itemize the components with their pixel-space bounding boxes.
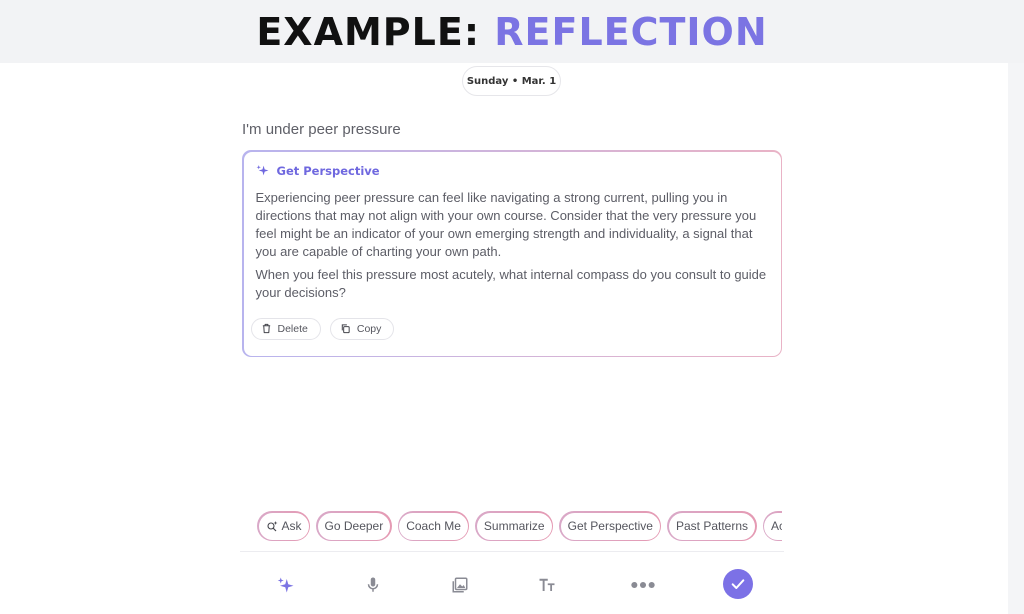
banner-title-highlight: REFLECTION bbox=[494, 9, 768, 54]
suggestion-chips-row: Ask Go Deeper Coach Me Summarize Get Per… bbox=[257, 511, 782, 541]
ask-sparkle-search-icon bbox=[266, 521, 277, 532]
gallery-button[interactable] bbox=[445, 570, 475, 600]
copy-button-label: Copy bbox=[356, 322, 382, 335]
copy-button[interactable]: Copy bbox=[329, 317, 395, 340]
delete-button-label: Delete bbox=[277, 322, 308, 335]
gallery-icon bbox=[452, 577, 468, 593]
header-banner: EXAMPLE: REFLECTION bbox=[0, 0, 1024, 63]
card-inner: Get Perspective Experiencing peer pressu… bbox=[243, 151, 781, 356]
chip-label: Coach Me bbox=[406, 519, 461, 533]
chip-label: Ask bbox=[281, 519, 302, 533]
card-title: Get Perspective bbox=[276, 163, 380, 178]
card-body: Experiencing peer pressure can feel like… bbox=[256, 189, 771, 307]
delete-button[interactable]: Delete bbox=[250, 317, 321, 340]
chip-label: Past Patterns bbox=[675, 519, 749, 533]
done-button[interactable] bbox=[723, 569, 753, 599]
journal-entry-text[interactable]: I'm under peer pressure bbox=[242, 121, 401, 138]
text-format-button[interactable] bbox=[532, 570, 562, 600]
toolbar-divider bbox=[240, 551, 784, 552]
trash-icon bbox=[262, 323, 270, 334]
chip-get-perspective[interactable]: Get Perspective bbox=[559, 511, 662, 541]
chip-label: Get Perspective bbox=[567, 519, 653, 533]
ai-sparkles-button[interactable] bbox=[271, 570, 301, 600]
microphone-button[interactable] bbox=[358, 570, 388, 600]
right-edge-strip bbox=[1008, 63, 1024, 614]
card-actions: Delete Copy bbox=[250, 317, 395, 340]
sparkles-icon bbox=[277, 577, 294, 593]
chip-label: Go Deeper bbox=[324, 519, 384, 533]
chip-label: Summarize bbox=[483, 519, 545, 533]
text-format-icon bbox=[539, 578, 555, 591]
microphone-icon bbox=[367, 577, 379, 592]
chip-summarize[interactable]: Summarize bbox=[475, 511, 554, 541]
suggestion-chips-scroller[interactable]: Ask Go Deeper Coach Me Summarize Get Per… bbox=[257, 511, 782, 543]
card-paragraph: Experiencing peer pressure can feel like… bbox=[255, 189, 757, 259]
banner-title-prefix: EXAMPLE: bbox=[256, 9, 495, 54]
date-pill[interactable]: Sunday • Mar. 1 bbox=[462, 66, 561, 96]
bottom-toolbar bbox=[240, 556, 784, 614]
chip-label: Action bbox=[771, 519, 782, 533]
card-header: Get Perspective bbox=[256, 164, 380, 178]
chip-past-patterns[interactable]: Past Patterns bbox=[667, 511, 757, 541]
get-perspective-card: Get Perspective Experiencing peer pressu… bbox=[242, 150, 782, 357]
banner-title: EXAMPLE: REFLECTION bbox=[256, 10, 767, 54]
chip-coach-me[interactable]: Coach Me bbox=[397, 511, 470, 541]
sparkles-icon bbox=[256, 165, 268, 176]
checkmark-icon bbox=[731, 579, 745, 589]
more-icon bbox=[631, 581, 655, 589]
copy-icon bbox=[341, 324, 350, 334]
card-paragraph: When you feel this pressure most acutely… bbox=[255, 266, 767, 300]
chip-ask[interactable]: Ask bbox=[257, 511, 311, 541]
chip-go-deeper[interactable]: Go Deeper bbox=[316, 511, 392, 541]
more-button[interactable] bbox=[628, 570, 658, 600]
chip-action[interactable]: Action bbox=[762, 511, 782, 541]
